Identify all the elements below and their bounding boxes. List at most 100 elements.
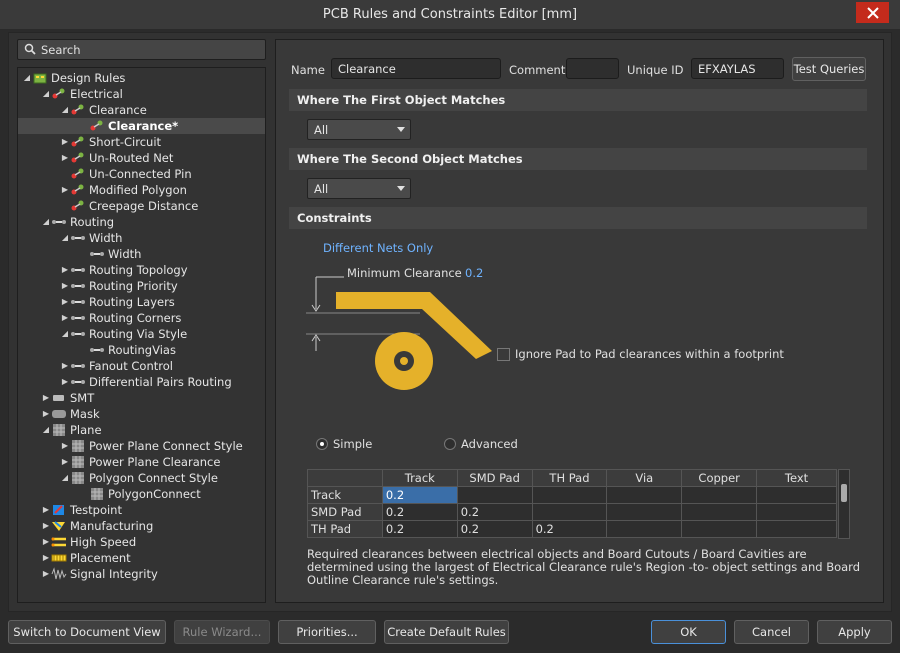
tree-item[interactable]: ▶ SMT [18,390,265,406]
expanded-arrow-icon[interactable]: ◢ [60,102,70,118]
ignore-pad-checkbox[interactable]: Ignore Pad to Pad clearances within a fo… [497,347,784,361]
grid-cell[interactable] [681,486,758,504]
collapsed-arrow-icon[interactable]: ▶ [60,150,70,166]
tree-item[interactable]: ▶ Short-Circuit [18,134,265,150]
tree-item[interactable]: ▶ Power Plane Clearance [18,454,265,470]
tree-item[interactable]: RoutingVias [18,342,265,358]
tree-item[interactable]: ▶ Un-Routed Net [18,150,265,166]
grid-cell[interactable] [681,503,758,521]
tree-item[interactable]: ▶ Differential Pairs Routing [18,374,265,390]
second-match-select[interactable]: All [307,178,411,199]
tree-item[interactable]: ▶ Fanout Control [18,358,265,374]
tree-item[interactable]: ▶ Signal Integrity [18,566,265,582]
expanded-arrow-icon[interactable]: ◢ [41,422,51,438]
apply-button[interactable]: Apply [817,620,892,644]
tree-item[interactable]: ▶ Placement [18,550,265,566]
grid-cell[interactable] [681,520,758,538]
collapsed-arrow-icon[interactable]: ▶ [41,566,51,582]
collapsed-arrow-icon[interactable]: ▶ [41,534,51,550]
tree-item[interactable]: ▶ Testpoint [18,502,265,518]
tree-item[interactable]: ▶ Modified Polygon [18,182,265,198]
grid-cell[interactable]: 0.2 [381,486,458,504]
collapsed-arrow-icon[interactable]: ▶ [60,454,70,470]
grid-cell[interactable]: 0.2 [381,520,458,538]
grid-cell[interactable] [456,486,533,504]
search-box[interactable]: Search [17,39,266,60]
grid-cell[interactable] [756,520,837,538]
grid-cell[interactable]: 0.2 [381,503,458,521]
tree-item[interactable]: ▶ Routing Layers [18,294,265,310]
tree-item[interactable]: Clearance* [18,118,265,134]
grid-cell[interactable] [531,486,608,504]
grid-cell[interactable] [756,486,837,504]
collapsed-arrow-icon[interactable]: ▶ [60,262,70,278]
tree-item[interactable]: Un-Connected Pin [18,166,265,182]
ok-button[interactable]: OK [651,620,726,644]
collapsed-arrow-icon[interactable]: ▶ [60,358,70,374]
rule-wizard-button[interactable]: Rule Wizard... [174,620,270,644]
tree-item[interactable]: ◢ Width [18,230,265,246]
clearance-grid[interactable]: Track SMD Pad TH Pad Via Copper Text Track 0.2 S… [307,469,837,538]
grid-cell[interactable] [606,503,683,521]
switch-view-button[interactable]: Switch to Document View [8,620,166,644]
tree-item[interactable]: PolygonConnect [18,486,265,502]
collapsed-arrow-icon[interactable]: ▶ [60,278,70,294]
cancel-button[interactable]: Cancel [734,620,809,644]
checkbox-box[interactable] [497,347,510,361]
collapsed-arrow-icon[interactable]: ▶ [60,310,70,326]
radio-dot[interactable] [316,438,328,450]
close-button[interactable] [856,2,889,23]
priorities-button[interactable]: Priorities... [278,620,376,644]
collapsed-arrow-icon[interactable]: ▶ [60,294,70,310]
collapsed-arrow-icon[interactable]: ▶ [41,390,51,406]
tree-item[interactable]: ◢ Electrical [18,86,265,102]
test-queries-button[interactable]: Test Queries [792,57,866,81]
grid-cell[interactable] [606,486,683,504]
expanded-arrow-icon[interactable]: ◢ [22,70,32,86]
collapsed-arrow-icon[interactable]: ▶ [41,502,51,518]
create-default-rules-button[interactable]: Create Default Rules [384,620,509,644]
collapsed-arrow-icon[interactable]: ▶ [60,438,70,454]
tree-item[interactable]: ◢ Plane [18,422,265,438]
expanded-arrow-icon[interactable]: ◢ [41,86,51,102]
grid-cell[interactable] [606,520,683,538]
advanced-radio[interactable]: Advanced [444,437,518,451]
tree-item[interactable]: Creepage Distance [18,198,265,214]
expanded-arrow-icon[interactable]: ◢ [60,230,70,246]
tree-item[interactable]: ▶ Routing Corners [18,310,265,326]
simple-radio[interactable]: Simple [316,437,372,451]
comment-field[interactable] [566,58,619,79]
rules-tree[interactable]: ◢ Design Rules ◢ Electrical ◢ Clearance Cleara… [17,67,266,603]
radio-dot[interactable] [444,438,456,450]
grid-cell[interactable]: 0.2 [456,520,533,538]
tree-item[interactable]: ◢ Polygon Connect Style [18,470,265,486]
grid-cell[interactable] [756,503,837,521]
expanded-arrow-icon[interactable]: ◢ [41,214,51,230]
tree-item[interactable]: Width [18,246,265,262]
grid-cell[interactable]: 0.2 [456,503,533,521]
expanded-arrow-icon[interactable]: ◢ [60,326,70,342]
tree-item[interactable]: ▶ Power Plane Connect Style [18,438,265,454]
collapsed-arrow-icon[interactable]: ▶ [41,406,51,422]
unique-id-field[interactable]: EFXAYLAS [691,58,784,79]
tree-item[interactable]: ◢ Clearance [18,102,265,118]
tree-item[interactable]: ▶ Routing Topology [18,262,265,278]
grid-scrollbar[interactable] [838,469,850,539]
first-match-select[interactable]: All [307,119,411,140]
tree-item[interactable]: ▶ Manufacturing [18,518,265,534]
collapsed-arrow-icon[interactable]: ▶ [41,518,51,534]
collapsed-arrow-icon[interactable]: ▶ [60,374,70,390]
expanded-arrow-icon[interactable]: ◢ [60,470,70,486]
tree-item[interactable]: ▶ Mask [18,406,265,422]
search-input[interactable]: Search [41,43,81,57]
collapsed-arrow-icon[interactable]: ▶ [60,134,70,150]
scrollbar-thumb[interactable] [841,484,847,502]
tree-item[interactable]: ◢ Design Rules [18,70,265,86]
tree-item[interactable]: ▶ Routing Priority [18,278,265,294]
grid-cell[interactable]: 0.2 [531,520,608,538]
different-nets-link[interactable]: Different Nets Only [323,241,433,255]
tree-item[interactable]: ◢ Routing Via Style [18,326,265,342]
grid-cell[interactable] [531,503,608,521]
tree-item[interactable]: ◢ Routing [18,214,265,230]
name-field[interactable]: Clearance [331,58,501,79]
